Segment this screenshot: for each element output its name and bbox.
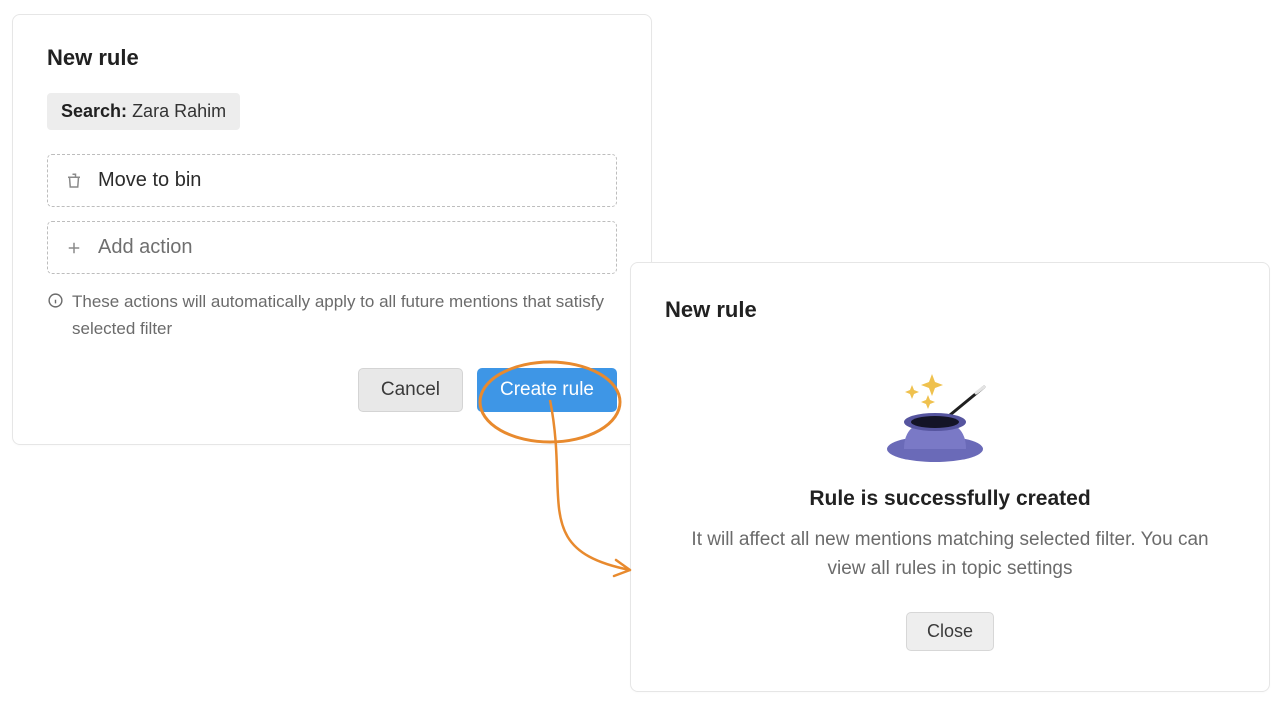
info-icon xyxy=(47,288,64,317)
create-rule-button[interactable]: Create rule xyxy=(477,368,617,412)
success-body-text: It will affect all new mentions matching… xyxy=(685,525,1215,584)
add-action-row[interactable]: Add action xyxy=(47,221,617,274)
new-rule-success-card: New rule Rule is successfully create xyxy=(630,262,1270,692)
info-note: These actions will automatically apply t… xyxy=(47,288,617,342)
action-row-move-to-bin[interactable]: Move to bin xyxy=(47,154,617,207)
form-buttons: Cancel Create rule xyxy=(47,368,617,412)
close-button[interactable]: Close xyxy=(906,612,994,651)
wand-icon xyxy=(950,387,984,415)
success-heading: Rule is successfully created xyxy=(665,487,1235,511)
plus-icon xyxy=(64,238,84,258)
info-text: These actions will automatically apply t… xyxy=(72,288,617,342)
filter-value: Zara Rahim xyxy=(132,101,226,121)
add-action-label: Add action xyxy=(98,236,193,259)
card-title: New rule xyxy=(665,297,1235,323)
trash-icon xyxy=(64,171,84,191)
filter-key: Search: xyxy=(61,101,127,121)
cancel-button[interactable]: Cancel xyxy=(358,368,463,412)
top-hat-icon xyxy=(887,413,983,462)
sparkle-icon xyxy=(905,374,943,409)
filter-chip[interactable]: Search: Zara Rahim xyxy=(47,93,240,130)
magic-hat-illustration xyxy=(880,367,1020,467)
card-title: New rule xyxy=(47,45,617,71)
new-rule-form-card: New rule Search: Zara Rahim Move to bin … xyxy=(12,14,652,445)
action-label: Move to bin xyxy=(98,169,201,192)
